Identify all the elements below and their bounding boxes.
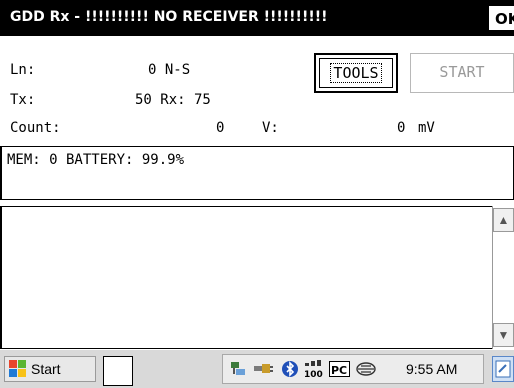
start-label: Start [31,361,61,377]
v-unit: mV [418,120,435,136]
tools-button[interactable]: TOOLS [314,53,398,93]
scroll-down-arrow-icon[interactable]: ▼ [493,323,514,347]
v-label: V: [262,120,279,136]
log-textarea[interactable] [0,206,514,349]
start-button[interactable]: START [410,53,514,93]
title-bar: GDD Rx - !!!!!!!!!! NO RECEIVER !!!!!!!!… [0,0,514,36]
windows-flag-icon [9,360,27,378]
keyboard-input-icon[interactable] [492,356,514,382]
mem-battery-text: MEM: 0 BATTERY: 99.9% [7,152,185,168]
svg-text:PC: PC [331,364,347,377]
signal-100-icon[interactable]: 100 [303,360,325,380]
tx-value: 50 Rx: 75 [135,92,211,108]
svg-text:100: 100 [304,370,323,378]
system-tray: 100 PC 9:55 AM [222,354,484,384]
ln-label: Ln: [10,62,36,78]
pc-icon[interactable]: PC [329,360,351,378]
network-icon[interactable] [229,360,247,378]
tools-button-label: TOOLS [330,63,382,83]
scroll-up-arrow-icon[interactable]: ▲ [493,208,514,232]
start-menu-button[interactable]: Start [4,356,96,382]
status-box: MEM: 0 BATTERY: 99.9% [0,146,514,200]
v-value: 0 [397,120,406,136]
ln-value: 0 N-S [148,62,191,78]
count-label: Count: [10,120,61,136]
taskbar: Start 100 PC 9:55 AM [0,349,514,388]
input-panel-box[interactable] [103,356,133,386]
tx-label: Tx: [10,92,36,108]
clock[interactable]: 9:55 AM [406,360,457,378]
ok-button[interactable]: OK [488,5,514,31]
vertical-scrollbar[interactable]: ▲ ▼ [492,206,514,349]
count-value: 0 [216,120,225,136]
power-plug-icon[interactable] [253,360,275,378]
bluetooth-icon[interactable] [281,360,299,378]
connection-icon[interactable] [355,360,377,378]
window-title: GDD Rx - !!!!!!!!!! NO RECEIVER !!!!!!!!… [10,9,328,25]
